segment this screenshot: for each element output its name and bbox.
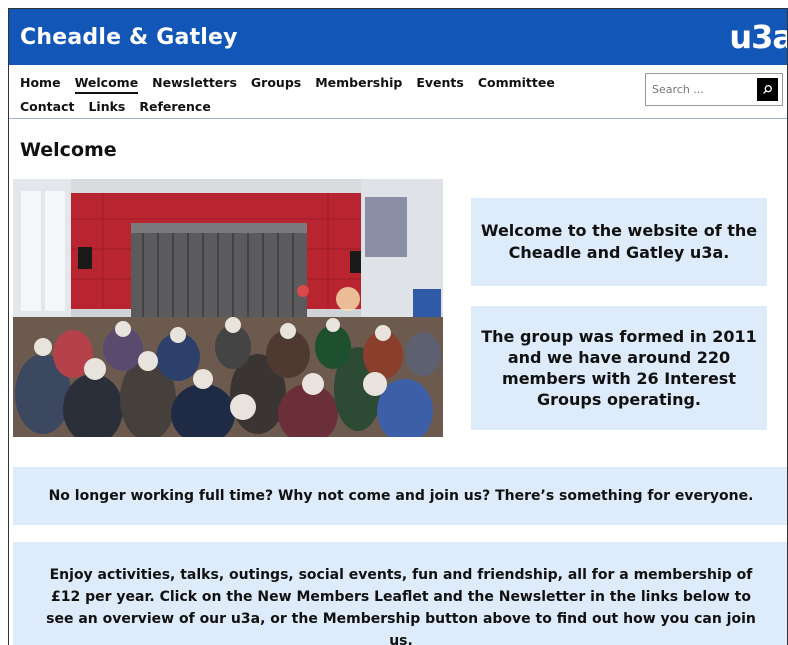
nav-links[interactable]: Links [88, 98, 125, 116]
page-frame: Cheadle & Gatley u3a Home Welcome Newsle… [8, 8, 788, 645]
nav-events[interactable]: Events [416, 74, 463, 94]
welcome-card: Welcome to the website of the Cheadle an… [471, 198, 767, 286]
membership-details: Enjoy activities, talks, outings, social… [13, 542, 787, 645]
nav-groups[interactable]: Groups [251, 74, 301, 94]
history-card: The group was formed in 2011 and we have… [471, 306, 767, 430]
site-header: Cheadle & Gatley u3a [9, 9, 787, 65]
nav-newsletters[interactable]: Newsletters [152, 74, 237, 94]
nav-contact[interactable]: Contact [20, 98, 74, 116]
search-box [645, 73, 783, 106]
search-icon [763, 85, 772, 94]
main-nav: Home Welcome Newsletters Groups Membersh… [20, 74, 620, 116]
u3a-logo[interactable]: u3a [729, 18, 787, 56]
nav-home[interactable]: Home [20, 74, 61, 94]
nav-reference[interactable]: Reference [139, 98, 210, 116]
invite-banner: No longer working full time? Why not com… [13, 467, 787, 525]
site-title[interactable]: Cheadle & Gatley [20, 25, 238, 50]
search-input[interactable] [646, 74, 757, 105]
nav-welcome[interactable]: Welcome [74, 74, 139, 94]
hall-photo [13, 179, 443, 437]
page-title: Welcome [20, 139, 117, 161]
nav-committee[interactable]: Committee [478, 74, 555, 94]
nav-bar: Home Welcome Newsletters Groups Membersh… [9, 65, 787, 119]
search-button[interactable] [757, 78, 778, 101]
nav-membership[interactable]: Membership [315, 74, 402, 94]
